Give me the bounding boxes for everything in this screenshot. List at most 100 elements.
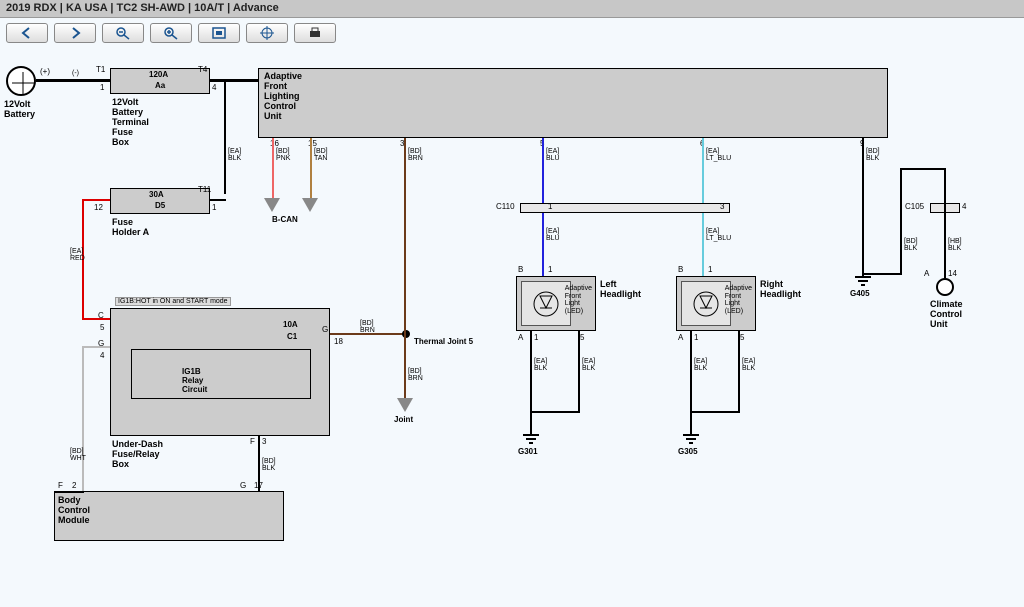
target-button[interactable] (246, 23, 288, 43)
joint-label: Joint (394, 416, 413, 425)
pin-fh1: 1 (212, 204, 216, 212)
lh-pB: B (518, 266, 523, 274)
pin-4: 4 (100, 352, 104, 360)
print-button[interactable] (294, 23, 336, 43)
left-hl-label: LeftHeadlight (600, 280, 641, 300)
wire-ea-blu2: [EA]BLU (546, 228, 560, 242)
fit-button[interactable] (198, 23, 240, 43)
c110-p1: 1 (548, 203, 552, 211)
diagram-canvas: 12VoltBattery (+) (-) 120A Aa T1 1 T4 4 … (0, 48, 1024, 607)
g405-label: G405 (850, 290, 870, 299)
pin-1: 1 (100, 84, 104, 92)
aflcu-label: AdaptiveFrontLightingControlUnit (264, 72, 302, 121)
pin-F: F (250, 438, 255, 446)
lh-wire2: [EA]BLK (582, 358, 595, 372)
wire (530, 331, 532, 431)
bcan-label: B-CAN (272, 216, 298, 225)
left-headlight: AdaptiveFrontLight(LED) (516, 276, 596, 331)
fuse-aa: Aa (155, 82, 165, 91)
pin-3: 3 (262, 438, 266, 446)
rh-wire1: [EA]BLK (694, 358, 707, 372)
wire-red (82, 318, 112, 320)
toolbar (0, 18, 1024, 48)
pin-bcm-G: G (240, 482, 246, 490)
pin-4: 4 (212, 84, 216, 92)
wire (210, 199, 226, 201)
rh-p1t: 1 (708, 266, 712, 274)
pin-bcm-17: 17 (254, 482, 263, 490)
rh-pB: B (678, 266, 683, 274)
ccu-p14: 14 (948, 270, 957, 278)
fuse-holder-a: 30A D5 (110, 188, 210, 214)
fuse-box-1-label: 12VoltBatteryTerminalFuseBox (112, 98, 149, 147)
arrow-bcan-2 (302, 198, 318, 212)
pin-18: 18 (334, 338, 343, 346)
rh-pA: A (678, 334, 683, 342)
wire-bd-brn: [BD]BRN (408, 148, 423, 162)
pin-t11: T11 (198, 186, 211, 194)
battery-label: 12VoltBattery (4, 100, 35, 120)
wire-ea-blk: [EA]BLK (228, 148, 241, 162)
wire-brn (404, 138, 406, 398)
wire (210, 79, 260, 82)
wire-tan (310, 138, 312, 198)
lh-p1t: 1 (548, 266, 552, 274)
ccu-pA: A (924, 270, 929, 278)
wire-bd-brn3: [BD]BRN (408, 368, 423, 382)
wire (36, 79, 110, 82)
right-hl-label: RightHeadlight (760, 280, 801, 300)
rh-p5: 5 (740, 334, 744, 342)
led-symbol-r (681, 281, 731, 326)
wire-bd-tan: [BD]TAN (314, 148, 328, 162)
under-dash-box: IG1B:HOT in ON and START mode IG1BRelayC… (110, 308, 330, 436)
arrow-joint (397, 398, 413, 412)
fuse-10a: 10A (283, 321, 298, 330)
pin-C: C (98, 312, 104, 320)
pin-t1: T1 (96, 66, 105, 74)
wire (738, 331, 740, 411)
wire (530, 411, 580, 413)
fuse-holder-a-label: FuseHolder A (112, 218, 149, 238)
led-symbol (521, 281, 571, 326)
fuse-120a: 120A (149, 71, 168, 80)
pin-bcm-2: 2 (72, 482, 76, 490)
pin-bcm-F: F (58, 482, 63, 490)
battery-symbol (6, 66, 36, 96)
ig1b-mode: IG1B:HOT in ON and START mode (115, 297, 231, 306)
header-title: 2019 RDX | KA USA | TC2 SH-AWD | 10A/T |… (0, 0, 1024, 18)
lh-pA: A (518, 334, 523, 342)
forward-button[interactable] (54, 23, 96, 43)
wire-pnk (272, 138, 274, 198)
wire (578, 331, 580, 411)
zoom-in-button[interactable] (150, 23, 192, 43)
wire-ea-ltblu: [EA]LT_BLU (706, 148, 731, 162)
ccu-symbol (936, 278, 954, 296)
lh-wire1: [EA]BLK (534, 358, 547, 372)
c110-label: C110 (496, 203, 515, 211)
wire-ea-blu: [EA]BLU (546, 148, 560, 162)
lh-p5: 5 (580, 334, 584, 342)
battery-pos: (+) (40, 68, 50, 76)
g301-label: G301 (518, 448, 538, 457)
fuse-30a: 30A (149, 191, 164, 200)
battery-neg: (-) (72, 70, 79, 77)
zoom-out-button[interactable] (102, 23, 144, 43)
wire-bd-pnk: [BD]PNK (276, 148, 290, 162)
pin-Gr: G (322, 326, 328, 334)
wire-bd-blk3: [BD]BLK (262, 458, 276, 472)
under-dash-label: Under-DashFuse/RelayBox (112, 440, 163, 470)
left-hl-inner-label: AdaptiveFrontLight(LED) (565, 285, 592, 316)
bcm-label: BodyControlModule (58, 496, 90, 526)
thermal-joint-label: Thermal Joint 5 (414, 338, 473, 347)
pin-12: 12 (94, 204, 103, 212)
fuse-box-1: 120A Aa (110, 68, 210, 94)
wire (54, 491, 84, 493)
back-button[interactable] (6, 23, 48, 43)
wire-wht (82, 346, 110, 348)
c110-p3: 3 (720, 203, 724, 211)
relay-circuit: IG1BRelayCircuit (131, 349, 311, 399)
pin-t4: T4 (198, 66, 207, 74)
wire-bd-blk: [BD]BLK (866, 148, 880, 162)
right-headlight: AdaptiveFrontLight(LED) (676, 276, 756, 331)
arrow-bcan-1 (264, 198, 280, 212)
